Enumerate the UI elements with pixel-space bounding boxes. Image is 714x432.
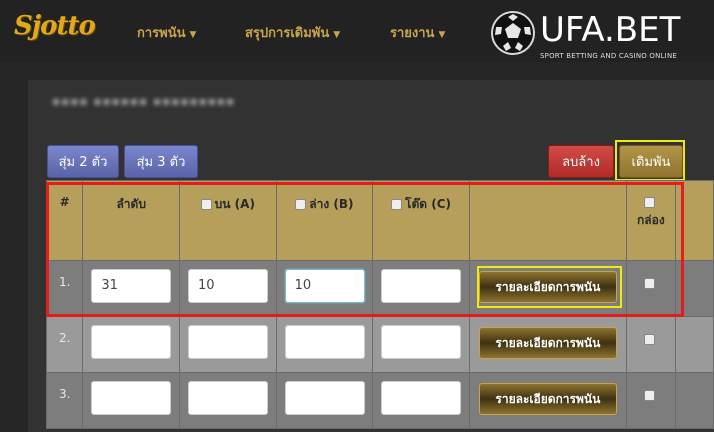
table-row: 2. รายละเอียดการพนัน: [46, 316, 714, 373]
sequence-cell: [82, 316, 180, 373]
box-checkbox[interactable]: [643, 390, 655, 401]
sjotto-logo[interactable]: Sjotto: [14, 6, 96, 46]
col-header-sequence: ลำดับ: [82, 180, 180, 261]
tod-cell: [372, 316, 470, 373]
detail-cell: รายละเอียดการพนัน: [468, 372, 627, 429]
col-header-tod: โต๊ด (C): [372, 180, 470, 261]
caret-down-icon: ▼: [189, 30, 197, 40]
col-header-top-label: บน (A): [214, 197, 255, 211]
top-amount-input[interactable]: [188, 381, 268, 415]
col-header-top: บน (A): [179, 180, 277, 261]
nav-label: สรุปการเดิมพัน: [245, 26, 330, 41]
caret-down-icon: ▼: [438, 30, 446, 40]
box-cell: [625, 260, 676, 317]
bottom-amount-input[interactable]: [284, 325, 365, 359]
random-2-digit-button[interactable]: สุ่ม 2 ตัว: [47, 145, 119, 178]
soccer-ball-icon: [491, 11, 535, 55]
nav-label: การพนัน: [137, 26, 186, 41]
col-header-extra: [674, 180, 714, 261]
row-index: 1.: [46, 260, 84, 317]
box-checkbox[interactable]: [643, 278, 655, 289]
clear-button[interactable]: ลบล้าง: [548, 145, 614, 178]
sequence-input[interactable]: [91, 325, 172, 359]
extra-cell: [674, 260, 714, 317]
bottom-cell: [275, 316, 374, 373]
bottom-cell: [275, 372, 374, 429]
bottom-cell: 10: [275, 260, 374, 317]
detail-button-highlight: [477, 266, 622, 308]
nav-menu-betting[interactable]: การพนัน ▼: [137, 22, 196, 43]
sequence-cell: [82, 372, 180, 429]
partner-name: UFA.BET: [540, 10, 681, 50]
top-cell: [179, 372, 277, 429]
box-checkbox[interactable]: [643, 334, 655, 345]
bet-detail-button[interactable]: รายละเอียดการพนัน: [478, 383, 617, 415]
table-row: 3. รายละเอียดการพนัน: [46, 372, 714, 429]
tod-cell: [372, 372, 470, 429]
random-3-digit-button[interactable]: สุ่ม 3 ตัว: [124, 145, 198, 178]
nav-menu-bet-summary[interactable]: สรุปการเดิมพัน ▼: [245, 22, 340, 43]
partner-tagline: SPORT BETTING AND CASINO ONLINE: [540, 52, 677, 60]
row-index: 3.: [46, 372, 84, 429]
extra-cell: [674, 316, 714, 373]
top-column-checkbox[interactable]: [200, 199, 212, 210]
tod-amount-input[interactable]: [381, 325, 462, 359]
col-header-index: #: [46, 180, 84, 261]
top-cell: 10: [179, 260, 277, 317]
sequence-input[interactable]: 31: [91, 269, 172, 303]
bet-detail-button[interactable]: รายละเอียดการพนัน: [478, 327, 617, 359]
box-column-checkbox[interactable]: [643, 197, 655, 208]
col-header-bottom: ล่าง (B): [275, 180, 374, 261]
bet-button-highlight: [615, 140, 685, 181]
tod-cell: [372, 260, 470, 317]
top-navbar: Sjotto การพนัน ▼ สรุปการเดิมพัน ▼ รายงาน ▼ …: [0, 0, 714, 62]
tod-column-checkbox[interactable]: [391, 199, 403, 210]
bottom-amount-input[interactable]: 10: [284, 269, 365, 303]
detail-cell: รายละเอียดการพนัน: [468, 316, 627, 373]
caret-down-icon: ▼: [333, 30, 341, 40]
row-index: 2.: [46, 316, 84, 373]
app-root: Sjotto การพนัน ▼ สรุปการเดิมพัน ▼ รายงาน ▼ …: [0, 0, 714, 432]
ufabet-logo: UFA.BET SPORT BETTING AND CASINO ONLINE: [490, 10, 702, 60]
table-header-row: # ลำดับ บน (A) ล่าง (B) โต๊ด (C) กล่อง: [46, 180, 714, 261]
top-cell: [179, 316, 277, 373]
top-amount-input[interactable]: [188, 325, 268, 359]
col-header-box-label: กล่อง: [637, 213, 665, 227]
panel-title: ▪▪▪▪ ▪▪▪▪▪▪ ▪▪▪▪▪▪▪▪▪: [52, 94, 236, 108]
nav-menu-report[interactable]: รายงาน ▼: [390, 22, 445, 43]
tod-amount-input[interactable]: [381, 381, 462, 415]
bottom-column-checkbox[interactable]: [295, 199, 307, 210]
col-header-bottom-label: ล่าง (B): [309, 197, 354, 211]
nav-label: รายงาน: [390, 26, 435, 41]
extra-cell: [674, 372, 714, 429]
col-header-detail: [468, 180, 627, 261]
logo-text: Sjotto: [14, 11, 96, 41]
sequence-input[interactable]: [91, 381, 172, 415]
tod-amount-input[interactable]: [381, 269, 462, 303]
bottom-amount-input[interactable]: [284, 381, 365, 415]
box-cell: [625, 372, 676, 429]
col-header-tod-label: โต๊ด (C): [405, 197, 452, 211]
col-header-box: กล่อง: [625, 180, 676, 261]
sequence-cell: 31: [82, 260, 180, 317]
top-amount-input[interactable]: 10: [188, 269, 268, 303]
box-cell: [625, 316, 676, 373]
